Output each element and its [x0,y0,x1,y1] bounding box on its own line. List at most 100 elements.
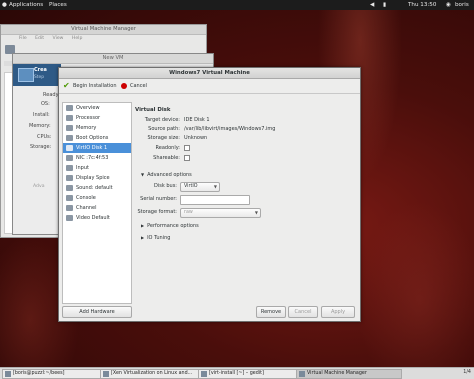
vm-window-title: Windows7 Virtual Machine [59,68,360,79]
cpus-label: CPUs: [37,134,52,140]
sidebar-item-label: Input [76,165,89,171]
network-icon[interactable]: ▮ [383,0,386,10]
vm-toolbar: ✔ Begin Installation Cancel [59,79,360,94]
task-gedit[interactable]: [virt-install [~] – gedit] [198,369,304,379]
sidebar-item-label: Boot Options [76,135,109,141]
sidebar-item-label: Overview [76,105,100,111]
sidebar-item-display[interactable]: Display Spice [63,173,131,183]
performance-options-expander[interactable]: ▶ Performance options [141,223,199,229]
vmm-menubar: File Edit View Help [1,35,206,43]
sidebar-item-console[interactable]: Console [63,193,131,203]
readonly-label: Readonly: [155,145,180,151]
taskbar: [boris@puzzl:~/bees] [Xen Virtualization… [0,367,474,379]
storage-format-combo[interactable]: raw ▼ [180,208,261,218]
vm-details-window: Windows7 Virtual Machine ✔ Begin Install… [58,67,361,322]
menu-edit[interactable]: Edit [35,36,44,41]
boot-icon [66,135,73,141]
storage-size-label: Storage size: [147,135,180,141]
shareable-label: Shareable: [153,155,180,161]
task-terminal[interactable]: [boris@puzzl:~/bees] [2,369,108,379]
remove-button[interactable]: Remove [256,306,286,318]
performance-options-label: Performance options [147,223,199,229]
sidebar-item-label: NIC :7c:4f:53 [76,155,109,161]
sidebar-item-video[interactable]: Video Default [63,213,131,223]
task-vmm[interactable]: Virtual Machine Manager [296,369,402,379]
os-label: OS: [41,101,50,107]
cancel-installation-button[interactable]: Cancel [120,82,147,90]
memory-label: Memory: [29,123,51,129]
new-vm-banner: Crea Step [13,64,61,86]
sidebar-item-label: Video Default [76,215,110,221]
sidebar-item-label: Memory [76,125,97,131]
disk-bus-label: Disk bus: [154,183,177,189]
sidebar-item-label: Channel [76,205,97,211]
sidebar-item-boot-options[interactable]: Boot Options [63,133,131,143]
disk-bus-select[interactable]: VirtIO ▼ [180,182,220,192]
virtual-disk-heading: Virtual Disk [135,107,171,113]
workspace-pager[interactable]: 1/4 [463,369,471,377]
volume-icon[interactable]: ◀ [370,0,374,10]
expander-down-icon: ▼ [141,172,145,177]
io-tuning-expander[interactable]: ▶ IO Tuning [141,235,170,241]
channel-icon [66,205,73,211]
begin-installation-button[interactable]: ✔ Begin Installation [63,82,117,90]
vm-icon [18,68,34,82]
cancel-installation-label: Cancel [130,83,147,89]
user-menu[interactable]: boris [455,0,469,10]
cancel-button[interactable]: Cancel [288,306,318,318]
storage-format-label: Storage format: [137,209,177,215]
sidebar-item-memory[interactable]: Memory [63,123,131,133]
sidebar-item-overview[interactable]: Overview [63,103,131,113]
places-menu[interactable]: Places [49,0,67,10]
applications-menu[interactable]: Applications [9,0,43,10]
begin-installation-label: Begin Installation [73,83,117,89]
target-device-value: IDE Disk 1 [184,117,210,123]
task-browser[interactable]: [Xen Virtualization on Linux and... [100,369,206,379]
source-path-value: /var/lib/libvirt/images/Windows7.img [184,126,276,132]
shareable-checkbox[interactable] [184,155,190,161]
readonly-checkbox[interactable] [184,145,190,151]
advanced-options-expander[interactable]: ▼ Advanced options [141,172,192,178]
top-panel: ● Applications Places ◀ ▮ Thu 13:50 ◉ bo… [0,0,474,10]
banner-step: Step [34,75,44,80]
sidebar-item-input[interactable]: Input [63,163,131,173]
menu-view[interactable]: View [53,36,64,41]
memory-icon [66,125,73,131]
shareable-check-wrap [184,155,190,163]
user-icon: ◉ [446,2,451,8]
sidebar-item-virtio-disk[interactable]: VirtIO Disk 1 [63,143,131,153]
apply-button[interactable]: Apply [321,306,355,318]
readonly-check-wrap [184,145,190,153]
gedit-icon [201,371,207,377]
hardware-list[interactable]: Overview Processor Memory Boot Options V… [62,102,132,304]
storage-label: Storage: [30,144,52,150]
menu-help[interactable]: Help [72,36,82,41]
console-icon [66,195,73,201]
sidebar-item-label: Console [76,195,96,201]
fedora-icon[interactable]: ● [2,0,7,10]
new-vm-title: New VM [13,54,213,64]
install-label: Install: [33,112,50,118]
sidebar-item-nic[interactable]: NIC :7c:4f:53 [63,153,131,163]
advanced-options-label: Advanced options [147,172,192,178]
vmm-icon [299,371,305,377]
serial-number-label: Serial number: [140,196,177,202]
serial-number-input[interactable] [180,195,250,205]
sidebar-item-processor[interactable]: Processor [63,113,131,123]
source-path-label: Source path: [148,126,180,132]
chevron-down-icon: ▼ [213,184,217,189]
sidebar-item-channel[interactable]: Channel [63,203,131,213]
target-device-label: Target device: [144,117,180,123]
add-hardware-button[interactable]: Add Hardware [62,306,132,318]
nic-icon [66,155,73,161]
overview-icon [66,105,73,111]
disk-icon [66,145,73,151]
sidebar-item-label: Processor [76,115,101,121]
sidebar-item-sound[interactable]: Sound: default [63,183,131,193]
disk-bus-value: VirtIO [184,184,198,189]
advanced-expander[interactable]: Adva [33,184,45,189]
menu-file[interactable]: File [19,36,27,41]
clock[interactable]: Thu 13:50 [408,0,436,10]
display-icon [66,175,73,181]
expander-right-icon: ▶ [141,223,145,228]
